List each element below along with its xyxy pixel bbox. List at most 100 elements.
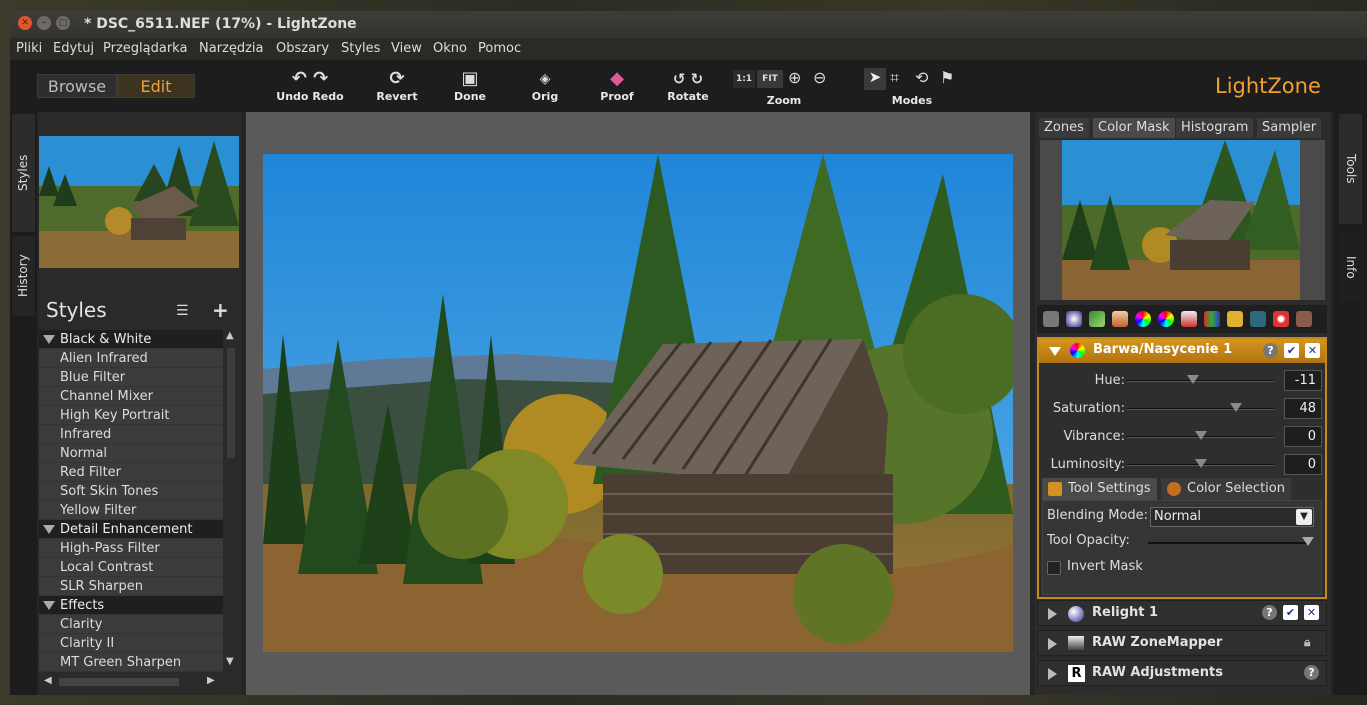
- grid-tool-icon[interactable]: [1250, 311, 1266, 327]
- opacity-knob[interactable]: [1302, 537, 1314, 546]
- done-button[interactable]: ▣ Done: [448, 68, 492, 103]
- style-item[interactable]: Local Contrast: [39, 558, 223, 577]
- style-item[interactable]: High-Pass Filter: [39, 539, 223, 558]
- hue-saturation-tool-icon[interactable]: [1158, 311, 1174, 327]
- style-item[interactable]: Red Filter: [39, 463, 223, 482]
- blending-mode-select[interactable]: Normal ▼: [1150, 507, 1314, 527]
- slider-track[interactable]: [1127, 380, 1274, 382]
- color-balance-tool-icon[interactable]: [1135, 311, 1151, 327]
- slider-knob[interactable]: [1187, 375, 1200, 384]
- add-style-icon[interactable]: +: [212, 298, 229, 322]
- styles-vertical-scrollbar[interactable]: ▲ ▼: [223, 330, 239, 672]
- orig-button[interactable]: ◈ Orig: [525, 68, 565, 103]
- style-item[interactable]: Clarity II: [39, 634, 223, 653]
- scroll-left-icon[interactable]: ◀: [44, 675, 52, 686]
- menu-obszary[interactable]: Obszary: [276, 41, 329, 56]
- maximize-window-button[interactable]: □: [56, 16, 70, 30]
- slider-track[interactable]: [1127, 408, 1274, 410]
- menu-edytuj[interactable]: Edytuj: [53, 41, 94, 56]
- relight-help-icon[interactable]: ?: [1262, 605, 1277, 620]
- relight-remove-icon[interactable]: ✕: [1304, 605, 1319, 620]
- rotate-mode-icon[interactable]: ⟲: [915, 68, 928, 87]
- style-item[interactable]: Soft Skin Tones: [39, 482, 223, 501]
- relight-tool-icon[interactable]: [1066, 311, 1082, 327]
- slider-value-field[interactable]: 0: [1284, 426, 1322, 447]
- expand-triangle-icon[interactable]: [1048, 638, 1057, 650]
- style-item[interactable]: Clarity: [39, 615, 223, 634]
- zoom-fit-button[interactable]: FIT: [757, 70, 783, 88]
- expand-triangle-icon[interactable]: [1048, 608, 1057, 620]
- history-rail-tab[interactable]: History: [12, 236, 35, 316]
- slider-knob[interactable]: [1194, 459, 1207, 468]
- raw-adjustments-tool[interactable]: R RAW Adjustments ?: [1037, 660, 1327, 686]
- info-rail-tab[interactable]: Info: [1339, 232, 1362, 302]
- rotate-button[interactable]: ↺ ↻ Rotate: [664, 68, 712, 103]
- spot-tool-icon[interactable]: [1227, 311, 1243, 327]
- tools-rail-tab[interactable]: Tools: [1339, 114, 1362, 224]
- raw-zonemapper-tool[interactable]: RAW ZoneMapper 🔒︎: [1037, 630, 1327, 656]
- style-item[interactable]: Channel Mixer: [39, 387, 223, 406]
- slider-value-field[interactable]: 48: [1284, 398, 1322, 419]
- style-group-header[interactable]: Black & White: [39, 330, 223, 349]
- revert-button[interactable]: ⟳ Revert: [372, 68, 422, 103]
- region-mode-icon[interactable]: ⚑: [940, 68, 954, 87]
- zonemapper-tool-icon[interactable]: [1043, 311, 1059, 327]
- main-photo[interactable]: [263, 154, 1013, 652]
- help-icon[interactable]: ?: [1263, 343, 1278, 358]
- arrow-mode-icon[interactable]: ➤: [864, 68, 886, 90]
- slider-knob[interactable]: [1229, 403, 1242, 412]
- tab-color-selection[interactable]: Color Selection: [1161, 478, 1291, 500]
- tab-zones[interactable]: Zones: [1039, 118, 1089, 138]
- style-group-header[interactable]: Effects: [39, 596, 223, 615]
- scroll-right-icon[interactable]: ▶: [207, 675, 215, 686]
- style-item[interactable]: Infrared: [39, 425, 223, 444]
- scroll-down-icon[interactable]: ▼: [226, 656, 234, 667]
- style-group-header[interactable]: Detail Enhancement: [39, 520, 223, 539]
- red-eye-tool-icon[interactable]: [1273, 311, 1289, 327]
- menu-narzedzia[interactable]: Narzędzia: [199, 41, 264, 56]
- slider-value-field[interactable]: -11: [1284, 370, 1322, 391]
- expand-triangle-icon[interactable]: [1048, 668, 1057, 680]
- styles-horizontal-scrollbar[interactable]: ◀ ▶: [39, 674, 223, 690]
- list-view-icon[interactable]: ☰: [176, 303, 189, 319]
- styles-rail-tab[interactable]: Styles: [12, 114, 35, 232]
- menu-okno[interactable]: Okno: [433, 41, 467, 56]
- white-balance-tool-icon[interactable]: [1181, 311, 1197, 327]
- style-item[interactable]: Blue Filter: [39, 368, 223, 387]
- sharpen-tool-icon[interactable]: [1089, 311, 1105, 327]
- style-item[interactable]: Alien Infrared: [39, 349, 223, 368]
- style-item[interactable]: Yellow Filter: [39, 501, 223, 520]
- relight-enable-checkbox[interactable]: ✔: [1283, 605, 1298, 620]
- image-canvas[interactable]: [246, 112, 1030, 695]
- raw-help-icon[interactable]: ?: [1304, 665, 1319, 680]
- zoom-out-icon[interactable]: ⊖: [813, 68, 826, 87]
- relight-tool[interactable]: Relight 1 ? ✔ ✕: [1037, 600, 1327, 626]
- hscroll-thumb[interactable]: [59, 678, 179, 686]
- remove-tool-icon[interactable]: ✕: [1305, 343, 1320, 358]
- zoom-in-icon[interactable]: ⊕: [788, 68, 801, 87]
- menu-pomoc[interactable]: Pomoc: [478, 41, 521, 56]
- clone-tool-icon[interactable]: [1296, 311, 1312, 327]
- slider-value-field[interactable]: 0: [1284, 454, 1322, 475]
- tab-tool-settings[interactable]: Tool Settings: [1042, 478, 1157, 500]
- style-item[interactable]: SLR Sharpen: [39, 577, 223, 596]
- scroll-thumb[interactable]: [227, 348, 235, 458]
- crop-mode-icon[interactable]: ⌗: [890, 68, 899, 88]
- style-item[interactable]: Normal: [39, 444, 223, 463]
- style-item[interactable]: MT Green Sharpen: [39, 653, 223, 672]
- scroll-up-icon[interactable]: ▲: [226, 330, 234, 341]
- invert-mask-checkbox[interactable]: [1047, 561, 1061, 575]
- zoom-1to1-button[interactable]: 1:1: [733, 70, 755, 88]
- enable-checkbox[interactable]: ✔: [1284, 343, 1299, 358]
- noise-tool-icon[interactable]: [1112, 311, 1128, 327]
- menu-view[interactable]: View: [391, 41, 422, 56]
- proof-button[interactable]: ◆ Proof: [595, 68, 639, 103]
- close-window-button[interactable]: ✕: [18, 16, 32, 30]
- minimize-window-button[interactable]: –: [37, 16, 51, 30]
- tab-color-mask[interactable]: Color Mask: [1093, 118, 1175, 138]
- channel-mixer-tool-icon[interactable]: [1204, 311, 1220, 327]
- collapse-triangle-icon[interactable]: [1049, 347, 1061, 356]
- slider-knob[interactable]: [1194, 431, 1207, 440]
- undo-redo-button[interactable]: ↶ ↷ Undo Redo: [272, 68, 348, 103]
- tool-opacity-slider[interactable]: [1148, 537, 1314, 551]
